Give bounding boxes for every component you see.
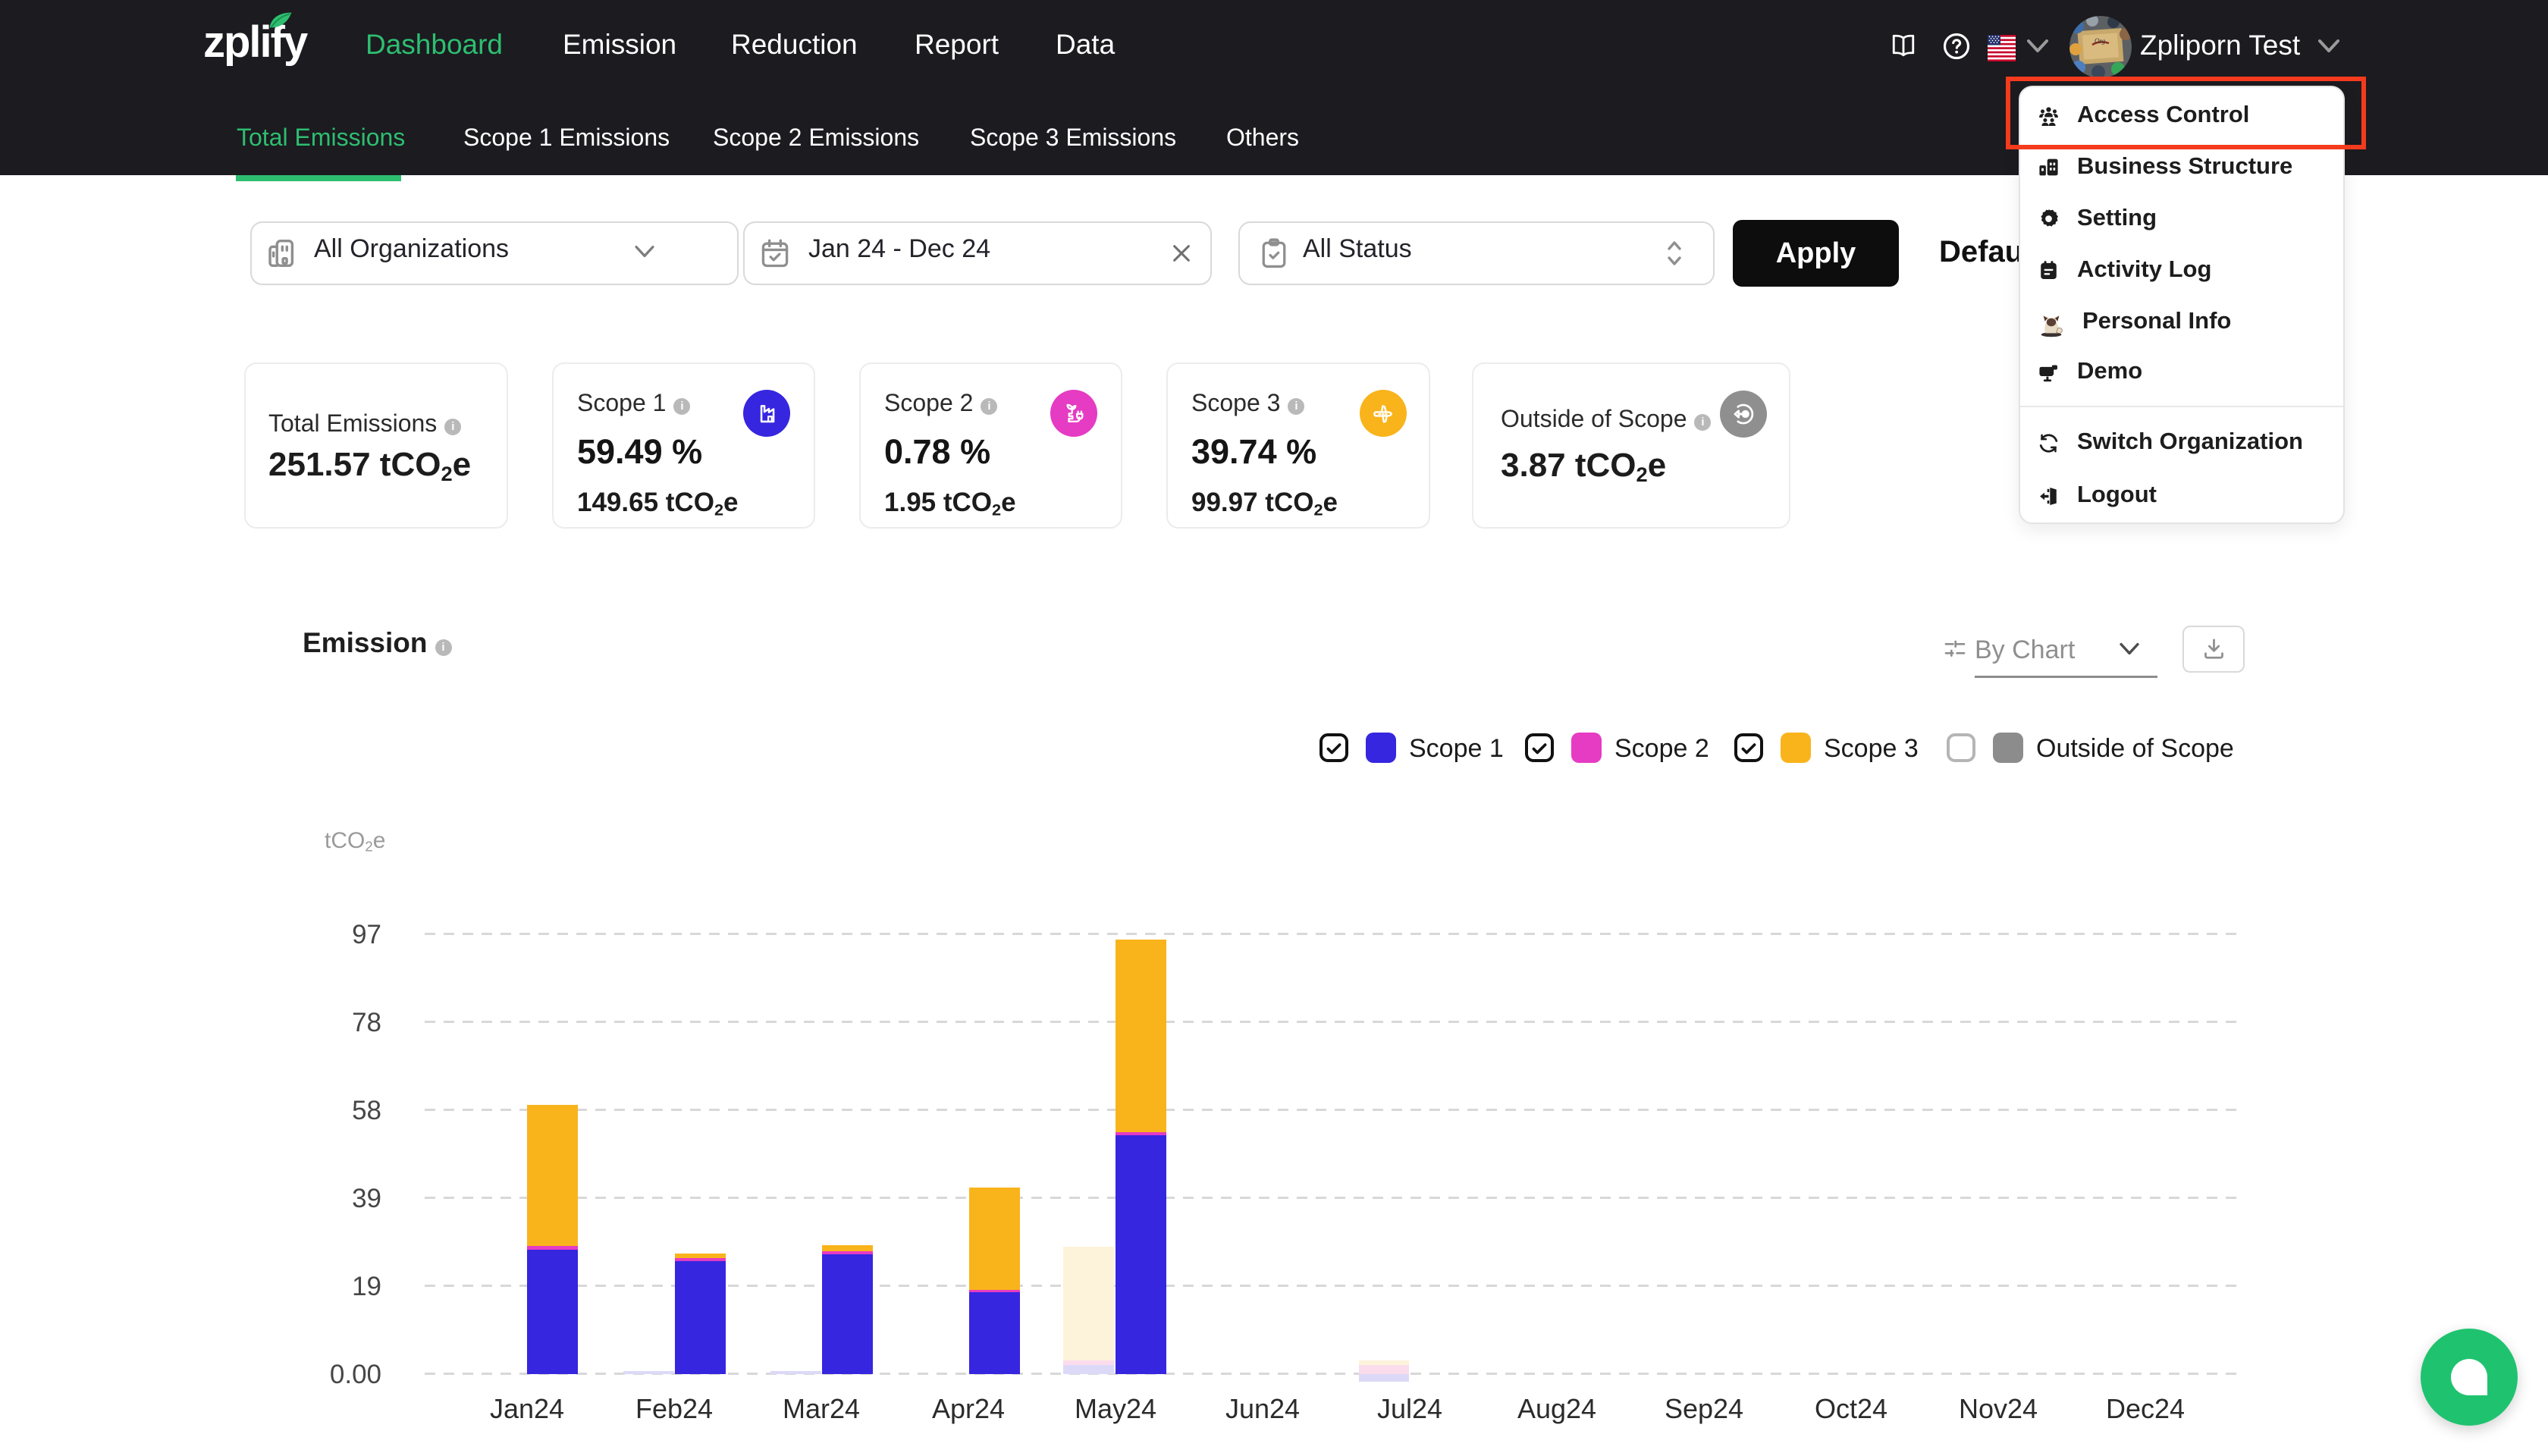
svg-text:Org: Org (2095, 37, 2106, 45)
